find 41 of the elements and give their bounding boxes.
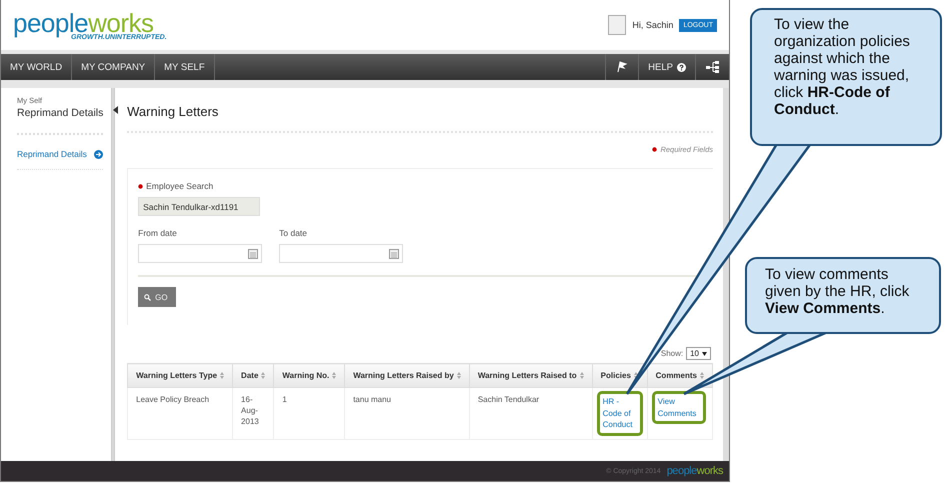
nav-tab[interactable]: MY SELF: [155, 54, 215, 80]
date-field[interactable]: [138, 244, 262, 263]
arrow-icon[interactable]: [94, 150, 104, 158]
caret-icon: [702, 352, 707, 356]
help-icon[interactable]: [677, 62, 686, 72]
field-label: To date: [279, 228, 308, 238]
greeting-text: Hi, Sachin: [632, 20, 674, 30]
employee-search-field[interactable]: Sachin Tendulkar-xd1191: [138, 197, 260, 216]
callout-bubble: To view comments given by the HR, click View Comments.: [745, 257, 941, 334]
table-cell: 1: [274, 388, 345, 440]
policy-link[interactable]: HR - Code of Conduct: [596, 391, 643, 436]
page-size-select[interactable]: 10: [686, 347, 711, 360]
comments-link[interactable]: View Comments: [652, 391, 706, 424]
sort-icon[interactable]: [634, 372, 638, 379]
sidebar-item[interactable]: Reprimand Details: [17, 135, 104, 170]
table-cell: tanu manu: [344, 388, 470, 440]
column-header[interactable]: Date: [241, 371, 258, 380]
sitemap-icon[interactable]: [706, 61, 719, 73]
sidebar-title: Reprimand Details: [17, 107, 104, 135]
logo-text: peopleworks: [13, 10, 154, 36]
callout-bubble: To view the organization policies against which the warning was issued, click HR-Code of Conduct.: [750, 8, 942, 146]
calendar-icon[interactable]: [248, 248, 258, 258]
go-button[interactable]: GO: [138, 287, 176, 307]
required-icon: [652, 147, 658, 152]
calendar-icon[interactable]: [389, 248, 400, 258]
flag-icon[interactable]: [616, 61, 628, 73]
collapse-icon[interactable]: [113, 106, 118, 114]
avatar-icon: [608, 15, 626, 35]
show-label: Show:: [660, 349, 684, 358]
table-cell: Leave Policy Breach: [128, 388, 233, 440]
nav-tab[interactable]: MY COMPANY: [72, 54, 156, 80]
table-cell: 16-Aug-2013: [232, 388, 274, 440]
help-button[interactable]: HELP: [638, 54, 695, 80]
page-title: Warning Letters: [127, 104, 713, 133]
table-cell: Sachin Tendulkar: [469, 388, 592, 440]
date-field[interactable]: [279, 244, 404, 263]
field-label: From date: [138, 228, 178, 238]
nav-tab[interactable]: MY WORLD: [1, 54, 72, 80]
search-icon: [144, 294, 152, 300]
logo-text: peopleworks: [666, 466, 723, 476]
field-label: Employee Search: [146, 181, 214, 191]
